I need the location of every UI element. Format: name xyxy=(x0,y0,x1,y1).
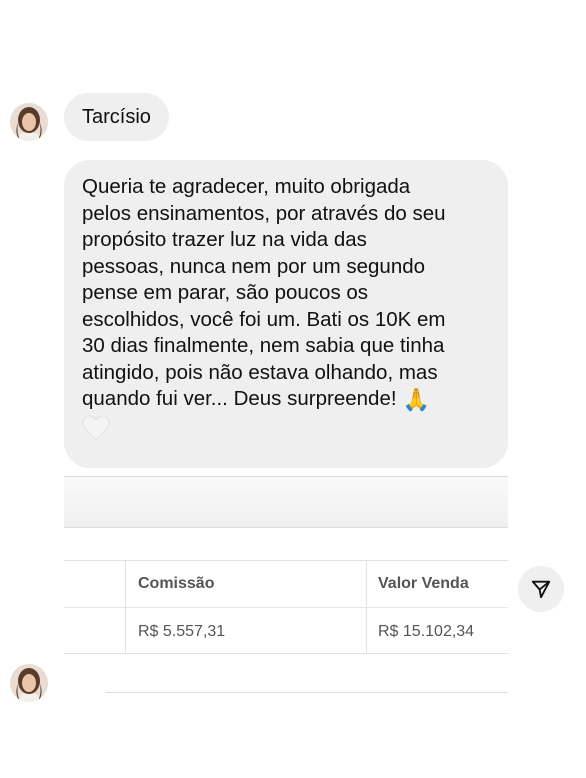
message-line-last: quando fui ver... Deus surpreende! 🙏 xyxy=(82,386,490,413)
avatar[interactable] xyxy=(10,664,48,702)
bottom-area xyxy=(0,702,586,778)
message-line: pense em parar, são poucos os xyxy=(82,281,369,304)
table-cell-commission: R$ 5.557,31 xyxy=(138,623,226,640)
message-line: Queria te agradecer, muito obrigada xyxy=(82,175,411,198)
message-line: escolhidos, você foi um. Bati os 10K em xyxy=(82,307,446,331)
message-line: atingido, pois não estava olhando, mas xyxy=(82,360,438,384)
table-row-divider xyxy=(64,607,508,608)
white-heart-icon xyxy=(82,414,110,441)
message-line: pelos ensinamentos, por através do seu xyxy=(82,201,446,225)
table-cell-sale-value: R$ 15.102,34 xyxy=(378,623,475,640)
sales-table: Comissão Valor Venda R$ 5.557,31 R$ 15.1… xyxy=(64,560,508,654)
profile-photo-icon xyxy=(10,103,48,141)
send-icon xyxy=(531,580,551,599)
attachment-preview[interactable]: Comissão Valor Venda R$ 5.557,31 R$ 15.1… xyxy=(64,476,508,694)
pray-emoji-icon: 🙏 xyxy=(402,387,430,412)
message-bubble[interactable]: Queria te agradecer, muito obrigada pelo… xyxy=(64,160,508,468)
message-line: pessoas, nunca nem por um segundo xyxy=(82,254,426,278)
message-line: 30 dias finalmente, nem sabia que tinha xyxy=(82,334,445,357)
divider xyxy=(106,692,508,693)
table-header-sale-value: Valor Venda xyxy=(378,575,469,592)
message-line: propósito trazer luz na vida das xyxy=(82,228,367,251)
sender-name-bubble[interactable]: Tarcísio xyxy=(64,93,169,141)
message-line-text: quando fui ver... Deus surpreende! xyxy=(82,387,397,410)
avatar[interactable] xyxy=(10,103,48,141)
share-button[interactable] xyxy=(518,566,564,612)
attachment-header-bar xyxy=(64,476,508,528)
table-header-commission: Comissão xyxy=(138,575,215,592)
sender-name: Tarcísio xyxy=(82,105,151,128)
profile-photo-icon xyxy=(10,664,48,702)
